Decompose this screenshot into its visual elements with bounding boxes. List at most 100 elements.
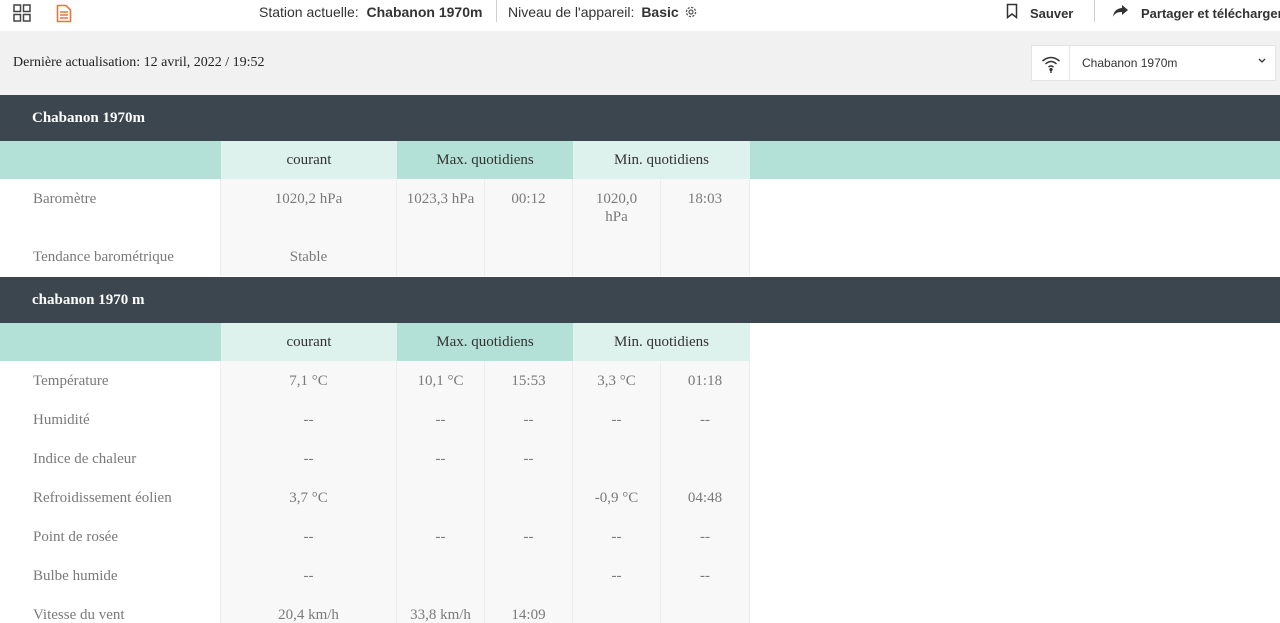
table-row: Refroidissement éolien 3,7 °C -0,9 °C 04… [0,478,750,517]
min-time: 01:18 [661,361,750,400]
device-level: Niveau de l'appareil: Basic [508,4,679,20]
row-label: Vitesse du vent [0,595,221,623]
table-row: Humidité -- -- -- -- -- [0,400,750,439]
min-value: 1020,0 hPa [573,179,661,237]
update-bar: Dernière actualisation: 12 avril, 2022 /… [0,31,1280,95]
divider [496,0,497,22]
column-header-row: courant Max. quotidiens Min. quotidiens [0,141,1280,179]
column-header-max: Max. quotidiens [397,141,573,179]
max-time: -- [485,439,573,478]
max-time: 00:12 [485,179,573,237]
gear-icon[interactable] [684,5,698,24]
current-value: 20,4 km/h [221,595,397,623]
max-value: 1023,3 hPa [397,179,485,237]
min-time: -- [661,556,750,595]
current-value: 7,1 °C [221,361,397,400]
section-header: Chabanon 1970m [0,95,1280,141]
max-value: -- [397,517,485,556]
column-header-row: courant Max. quotidiens Min. quotidiens [0,323,750,361]
current-value: Stable [221,237,397,276]
max-time [485,556,573,595]
table-row: Tendance barométrique Stable [0,237,750,276]
current-value: -- [221,439,397,478]
max-time: -- [485,400,573,439]
min-time: 04:48 [661,478,750,517]
max-time [485,237,573,276]
max-time: 15:53 [485,361,573,400]
table-row: Vitesse du vent 20,4 km/h 33,8 km/h 14:0… [0,595,750,623]
save-label: Sauver [1030,5,1074,21]
save-button[interactable]: Sauver [1006,3,1073,23]
current-value: 3,7 °C [221,478,397,517]
min-value [573,439,661,478]
share-download-button[interactable]: Partager et télécharger [1112,3,1280,23]
min-value: 3,3 °C [573,361,661,400]
min-time [661,439,750,478]
level-value: Basic [641,4,679,20]
section-title: chabanon 1970 m [32,292,145,308]
column-header-current: courant [221,141,397,179]
min-time [661,595,750,623]
max-value: -- [397,439,485,478]
max-value: 10,1 °C [397,361,485,400]
min-time [661,237,750,276]
row-label: Température [0,361,221,400]
top-toolbar: Station actuelle: Chabanon 1970m Niveau … [0,0,1280,28]
min-value: -- [573,517,661,556]
station-select[interactable]: Chabanon 1970m [1031,45,1276,81]
station-value: Chabanon 1970m [366,4,483,20]
column-header-min: Min. quotidiens [573,141,750,179]
max-value: -- [397,400,485,439]
level-label: Niveau de l'appareil: [508,4,635,20]
column-header-max: Max. quotidiens [397,323,573,361]
table-row: Température 7,1 °C 10,1 °C 15:53 3,3 °C … [0,361,750,400]
column-header-current: courant [221,323,397,361]
max-value [397,478,485,517]
max-value: 33,8 km/h [397,595,485,623]
max-time [485,478,573,517]
min-time: -- [661,400,750,439]
share-label: Partager et télécharger [1141,5,1280,21]
max-time: 14:09 [485,595,573,623]
min-value: -0,9 °C [573,478,661,517]
min-value [573,237,661,276]
share-arrow-icon [1112,4,1129,23]
last-update-text: Dernière actualisation: 12 avril, 2022 /… [13,55,265,70]
chevron-down-icon [1257,52,1267,70]
document-icon[interactable] [56,4,72,28]
row-label: Indice de chaleur [0,439,221,478]
bookmark-icon [1006,3,1018,24]
min-value: -- [573,400,661,439]
section-header: chabanon 1970 m [0,277,1280,323]
current-value: -- [221,517,397,556]
max-value [397,237,485,276]
current-value: -- [221,400,397,439]
min-time: -- [661,517,750,556]
min-value [573,595,661,623]
table-row: Point de rosée -- -- -- -- -- [0,517,750,556]
row-label: Refroidissement éolien [0,478,221,517]
min-time: 18:03 [661,179,750,237]
table-row: Bulbe humide -- -- -- [0,556,750,595]
row-label: Point de rosée [0,517,221,556]
row-label: Bulbe humide [0,556,221,595]
column-header-min: Min. quotidiens [573,323,750,361]
row-label: Baromètre [0,179,221,237]
max-value [397,556,485,595]
min-value: -- [573,556,661,595]
current-value: -- [221,556,397,595]
current-station: Station actuelle: Chabanon 1970m [259,4,482,20]
max-time: -- [485,517,573,556]
row-label: Tendance barométrique [0,237,221,276]
table-row: Indice de chaleur -- -- -- [0,439,750,478]
grid-icon[interactable] [13,4,31,27]
current-value: 1020,2 hPa [221,179,397,237]
selected-station: Chabanon 1970m [1082,56,1178,70]
wifi-signal-icon [1041,55,1061,78]
divider [1069,46,1070,80]
station-label: Station actuelle: [259,4,359,20]
divider [1094,0,1095,22]
table-row: Baromètre 1020,2 hPa 1023,3 hPa 00:12 10… [0,179,750,237]
section-title: Chabanon 1970m [32,110,145,126]
row-label: Humidité [0,400,221,439]
